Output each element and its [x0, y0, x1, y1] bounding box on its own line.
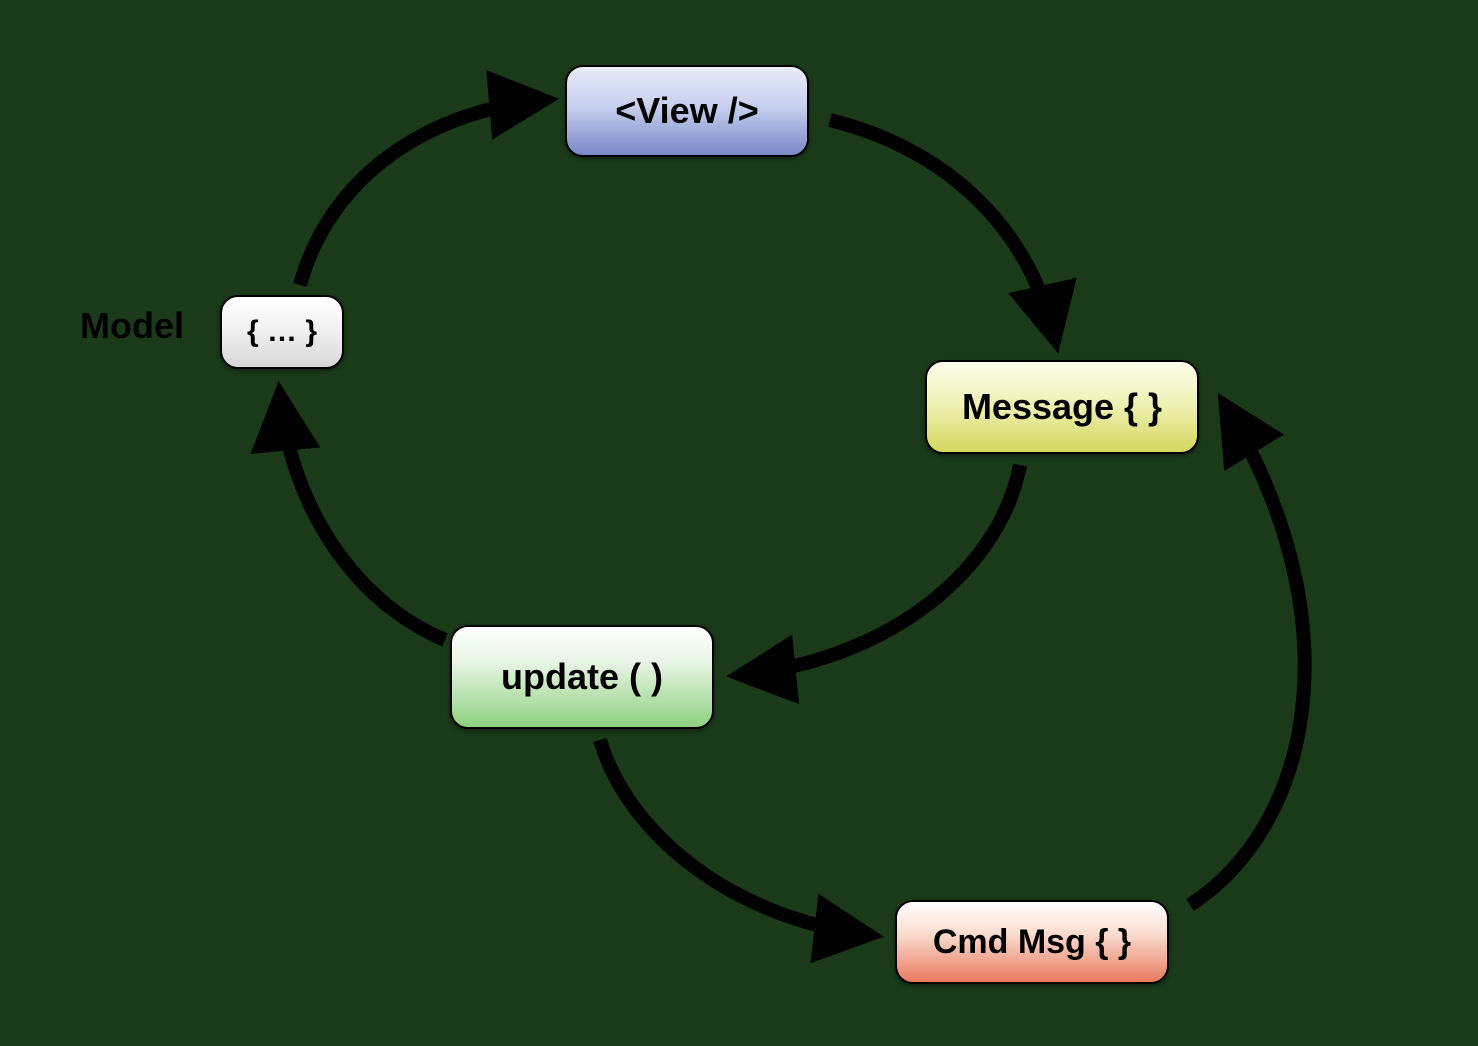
arrow-cmd-to-message	[1190, 405, 1305, 905]
node-view: <View />	[565, 65, 809, 157]
arrow-update-to-model	[280, 395, 445, 640]
arrow-view-to-message	[830, 120, 1055, 340]
node-message: Message { }	[925, 360, 1199, 454]
arrow-update-to-cmd	[600, 740, 870, 935]
node-cmd: Cmd Msg { }	[895, 900, 1169, 984]
diagram-canvas: Model { … } <View /> Message { } update …	[0, 0, 1478, 1046]
arrow-model-to-view	[300, 100, 545, 285]
arrow-message-to-update	[740, 465, 1020, 675]
node-update: update ( )	[450, 625, 714, 729]
node-model: { … }	[220, 295, 344, 369]
model-label: Model	[80, 305, 184, 347]
